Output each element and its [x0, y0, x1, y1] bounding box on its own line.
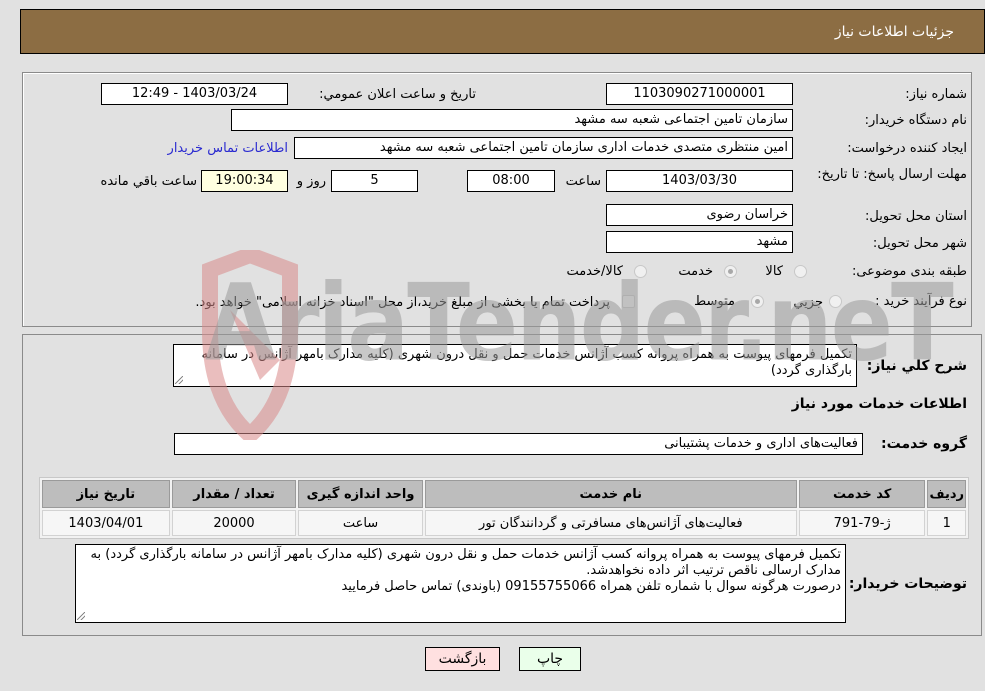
days-remaining-field: 5 — [331, 170, 418, 192]
buyer-org-label: نام دستگاه خريدار: — [864, 113, 967, 128]
category-label: طبقه بندی موضوعی: — [851, 264, 967, 279]
cell-need-date: 1403/04/01 — [42, 510, 170, 536]
page-title: جزئیات اطلاعات نیاز — [834, 23, 954, 40]
buyer-org-field: سازمان تامین اجتماعی شعبه سه مشهد — [231, 109, 793, 131]
page-header: جزئیات اطلاعات نیاز — [20, 9, 985, 54]
announce-datetime-field: 1403/03/24 - 12:49 — [101, 83, 288, 105]
col-header-row-number: رديف — [927, 480, 966, 508]
buyer-contact-link[interactable]: اطلاعات تماس خریدار — [168, 141, 288, 156]
cell-service-code: ژ-79-791 — [798, 510, 926, 536]
city-field: مشهد — [606, 231, 793, 253]
category-radio-goods-service[interactable] — [634, 265, 647, 278]
province-field: خراسان رضوی — [606, 204, 793, 226]
back-button[interactable]: بازگشت — [425, 647, 500, 671]
category-option-goods-service: کالا/خدمت — [566, 264, 623, 279]
time-remaining-field: 19:00:34 — [201, 170, 288, 192]
cell-row-number: 1 — [927, 510, 966, 536]
buyer-notes-label: توضيحات خريدار: — [848, 576, 967, 592]
table-header-row: رديف کد خدمت نام خدمت واحد اندازه گیری ت… — [42, 480, 966, 508]
category-option-goods: کالا — [765, 264, 783, 279]
purchase-type-label: نوع فرآيند خريد : — [875, 294, 967, 309]
days-label: روز و — [296, 174, 326, 189]
treasury-checkbox-label: پرداخت تمام يا بخشی از مبلغ خريد،از محل … — [195, 295, 610, 310]
purchase-option-medium: متوسط — [694, 294, 735, 309]
deadline-date-field: 1403/03/30 — [606, 170, 793, 192]
deadline-label: مهلت ارسال پاسخ: تا تاریخ: — [817, 167, 967, 182]
col-header-need-date: تاريخ نياز — [42, 480, 170, 508]
cell-unit: ساعت — [298, 510, 423, 536]
print-button[interactable]: چاپ — [519, 647, 581, 671]
col-header-service-name: نام خدمت — [424, 480, 797, 508]
category-option-service: خدمت — [678, 264, 713, 279]
buyer-notes-textarea[interactable]: تکمیل فرمهای پیوست به همراه پروانه کسب آ… — [75, 544, 846, 623]
description-label: شرح کلي نياز: — [866, 358, 967, 374]
category-radio-service[interactable] — [724, 265, 737, 278]
announce-datetime-label: تاريخ و ساعت اعلان عمومي: — [319, 87, 476, 102]
category-radio-goods[interactable] — [794, 265, 807, 278]
time-remaining-label: ساعت باقي مانده — [100, 174, 197, 189]
cell-service-name: فعالیت‌های آژانس‌های مسافرتی و گردانندگا… — [424, 510, 797, 536]
col-header-unit: واحد اندازه گیری — [298, 480, 423, 508]
services-table: رديف کد خدمت نام خدمت واحد اندازه گیری ت… — [39, 477, 969, 539]
col-header-quantity: تعداد / مقدار — [171, 480, 297, 508]
deadline-time-label: ساعت — [565, 174, 601, 189]
col-header-service-code: کد خدمت — [798, 480, 926, 508]
service-group-label: گروه خدمت: — [881, 436, 967, 452]
description-textarea[interactable]: تکمیل فرمهای پیوست به همراه پروانه کسب آ… — [173, 344, 857, 387]
province-label: استان محل تحویل: — [865, 209, 967, 224]
purchase-option-minor: جزيي — [793, 295, 823, 310]
buyer-notes-resize-grip[interactable] — [77, 612, 85, 620]
city-label: شهر محل تحویل: — [872, 236, 967, 251]
requester-label: ايجاد کننده درخواست: — [847, 141, 967, 156]
requester-field: امین منتظری متصدی خدمات اداری سازمان تام… — [294, 137, 793, 159]
services-section-title: اطلاعات خدمات مورد نياز — [791, 396, 967, 412]
purchase-radio-medium[interactable] — [751, 295, 764, 308]
purchase-radio-minor[interactable] — [829, 295, 842, 308]
service-group-field: فعالیت‌های اداری و خدمات پشتیبانی — [174, 433, 863, 455]
description-resize-grip[interactable] — [175, 376, 183, 384]
table-row: 1 ژ-79-791 فعالیت‌های آژانس‌های مسافرتی … — [42, 510, 966, 536]
deadline-time-field: 08:00 — [467, 170, 555, 192]
treasury-checkbox[interactable] — [622, 295, 635, 308]
cell-quantity: 20000 — [171, 510, 297, 536]
need-number-field: 1103090271000001 — [606, 83, 793, 105]
need-number-label: شماره نیاز: — [905, 87, 967, 102]
